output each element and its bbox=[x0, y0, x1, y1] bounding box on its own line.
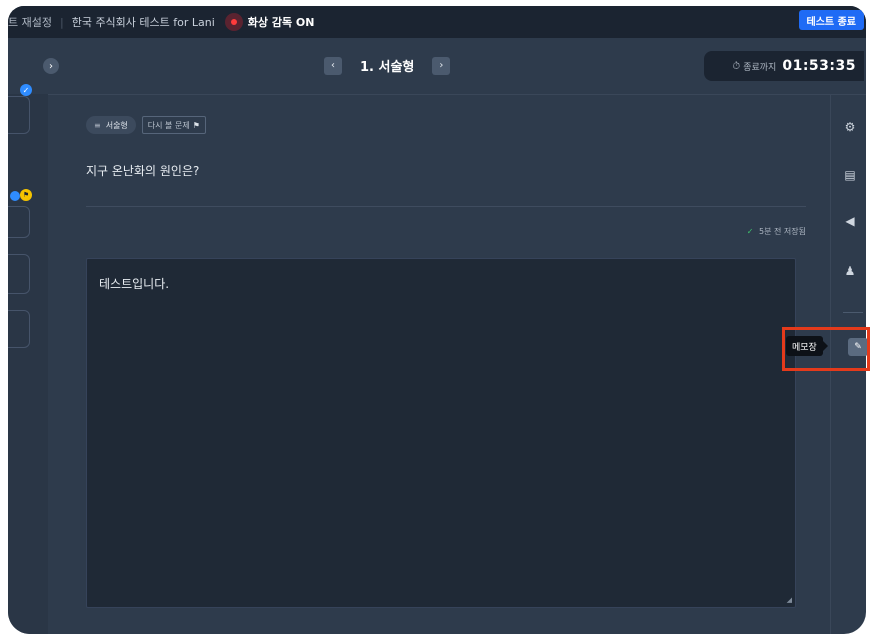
flag-icon: ⚑ bbox=[192, 120, 200, 130]
timer: ⏱ 종료까지 01:53:35 bbox=[704, 51, 864, 81]
review-later-label: 다시 볼 문제 bbox=[147, 120, 190, 130]
status-dot-icon bbox=[10, 191, 20, 201]
expand-sidebar-button[interactable]: › bbox=[43, 58, 59, 74]
question-type-tag: ≡ 서술형 bbox=[86, 116, 136, 134]
highlight-box bbox=[782, 327, 870, 371]
divider bbox=[843, 312, 863, 313]
proctoring-status: 화상 감독 ON bbox=[224, 13, 315, 31]
question-nav-bar: › ‹ 1. 서술형 › ⏱ 종료까지 01:53:35 bbox=[8, 38, 866, 95]
test-name: 한국 주식회사 테스트 for Lani bbox=[71, 16, 215, 29]
proctor-icon[interactable]: ♟ bbox=[843, 264, 857, 278]
timer-value: 01:53:35 bbox=[782, 58, 856, 74]
question-list-sidebar bbox=[8, 94, 48, 634]
answer-textarea[interactable]: 테스트입니다. ◢ bbox=[86, 258, 796, 608]
clock-icon: ⏱ bbox=[732, 60, 741, 72]
record-icon bbox=[224, 13, 243, 31]
question-card[interactable] bbox=[8, 206, 30, 238]
divider bbox=[86, 206, 806, 207]
megaphone-icon[interactable]: ◀ bbox=[843, 214, 857, 228]
settings-icon[interactable]: ⚙ bbox=[843, 120, 857, 134]
list-icon: ≡ bbox=[94, 120, 101, 130]
app-window: 트 재설정 | 한국 주식회사 테스트 for Lani 화상 감독 ON 테스… bbox=[8, 6, 866, 634]
chat-icon[interactable]: ▤ bbox=[843, 168, 857, 182]
timer-label: 종료까지 bbox=[743, 62, 777, 73]
check-icon: ✓ bbox=[746, 227, 754, 236]
answer-text: 테스트입니다. bbox=[99, 277, 170, 291]
save-status: ✓ 5분 전 저장됨 bbox=[747, 226, 806, 237]
reset-link[interactable]: 트 재설정 bbox=[8, 14, 52, 30]
chevron-left-icon: ‹ bbox=[331, 60, 335, 71]
end-test-button[interactable]: 테스트 종료 bbox=[798, 10, 864, 30]
divider: | bbox=[59, 15, 64, 29]
question-text: 지구 온난화의 원인은? bbox=[86, 164, 200, 178]
proctoring-label: 화상 감독 ON bbox=[247, 16, 315, 29]
check-badge-icon: ✓ bbox=[20, 84, 32, 96]
question-card[interactable] bbox=[8, 254, 30, 294]
question-card[interactable] bbox=[8, 96, 30, 134]
chevron-right-icon: › bbox=[439, 60, 444, 71]
question-title: 1. 서술형 bbox=[360, 60, 415, 75]
resize-handle-icon[interactable]: ◢ bbox=[787, 596, 792, 604]
question-card[interactable] bbox=[8, 310, 30, 348]
next-question-button[interactable]: › bbox=[432, 56, 451, 75]
save-status-label: 5분 전 저장됨 bbox=[759, 227, 806, 236]
question-type-label: 서술형 bbox=[105, 120, 128, 130]
chevron-right-icon: › bbox=[49, 60, 53, 72]
question-panel: ≡ 서술형 다시 볼 문제 ⚑ 지구 온난화의 원인은? ✓ 5분 전 저장됨 … bbox=[86, 94, 806, 634]
top-bar: 트 재설정 | 한국 주식회사 테스트 for Lani 화상 감독 ON 테스… bbox=[8, 6, 866, 38]
previous-question-button[interactable]: ‹ bbox=[324, 56, 342, 75]
question-navigator: ‹ 1. 서술형 › bbox=[324, 56, 451, 75]
question-tags: ≡ 서술형 다시 볼 문제 ⚑ bbox=[86, 116, 206, 134]
flag-badge-icon: ⚑ bbox=[20, 189, 32, 201]
review-later-toggle[interactable]: 다시 볼 문제 ⚑ bbox=[141, 116, 206, 134]
